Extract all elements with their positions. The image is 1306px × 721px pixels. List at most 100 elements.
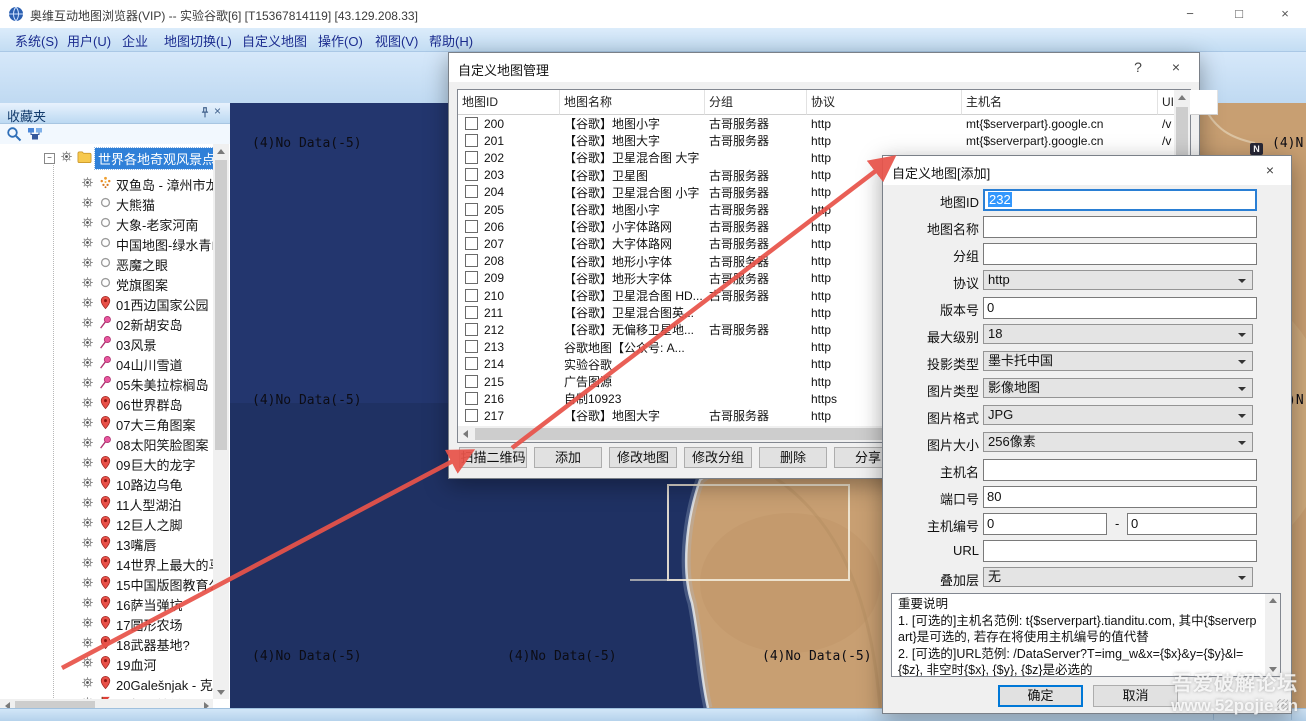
tree-root-row[interactable]: −世界各地奇观风景点[30]	[44, 148, 213, 168]
dialog1-button-1[interactable]: 扫描二维码	[459, 447, 527, 468]
text-input[interactable]	[983, 540, 1257, 562]
tree-item[interactable]: 大熊猫	[80, 194, 155, 214]
table-row[interactable]: 200【谷歌】地图小字古哥服务器httpmt{$serverpart}.goog…	[458, 115, 1173, 132]
tree-item[interactable]: 04山川雪道	[80, 354, 182, 374]
tree-item[interactable]: 16萨当弹坑	[80, 594, 182, 614]
combobox[interactable]: http	[983, 270, 1253, 290]
visibility-eye-icon[interactable]	[80, 415, 98, 433]
visibility-eye-icon[interactable]	[80, 595, 98, 613]
text-input[interactable]: 232	[983, 189, 1257, 211]
row-checkbox[interactable]	[465, 168, 478, 181]
dialog1-help-button[interactable]: ?	[1123, 56, 1153, 78]
combobox[interactable]: 墨卡托中国	[983, 351, 1253, 371]
visibility-eye-icon[interactable]	[80, 175, 98, 193]
ok-button[interactable]: 确定	[998, 685, 1083, 707]
row-checkbox[interactable]	[465, 340, 478, 353]
combobox[interactable]: 影像地图	[983, 378, 1253, 398]
tree-item[interactable]: 02新胡安岛	[80, 314, 182, 334]
menu-item-4[interactable]: 地图切换(L)	[164, 31, 232, 50]
tree-item[interactable]: 17圆形农场	[80, 614, 182, 634]
visibility-eye-icon[interactable]	[80, 295, 98, 313]
row-checkbox[interactable]	[465, 409, 478, 422]
tree-item[interactable]: 13嘴唇	[80, 534, 156, 554]
tree-vscroll-thumb[interactable]	[215, 160, 227, 450]
menu-item-2[interactable]: 用户(U)	[67, 31, 111, 50]
panel-close-icon[interactable]: ×	[214, 104, 221, 118]
tree-scroll-down[interactable]	[213, 685, 229, 699]
text-input[interactable]: 80	[983, 486, 1257, 508]
text-input[interactable]	[983, 459, 1257, 481]
search-icon[interactable]	[6, 126, 22, 142]
tree-item[interactable]: 15中国版图教育公园	[80, 574, 213, 594]
row-checkbox[interactable]	[465, 203, 478, 216]
tree-item[interactable]: 中国地图-绿水青山就	[80, 234, 213, 254]
visibility-eye-icon[interactable]	[80, 515, 98, 533]
minimize-button[interactable]: −	[1173, 4, 1207, 24]
table-row[interactable]: 201【谷歌】地图大字古哥服务器httpmt{$serverpart}.goog…	[458, 132, 1173, 149]
combobox[interactable]: 无	[983, 567, 1253, 587]
text-input[interactable]: 0	[983, 297, 1257, 319]
row-checkbox[interactable]	[465, 220, 478, 233]
row-checkbox[interactable]	[465, 237, 478, 250]
menu-item-3[interactable]: 企业	[122, 31, 148, 50]
expander-icon[interactable]: −	[44, 153, 55, 164]
tree-item[interactable]: 07大三角图案	[80, 414, 195, 434]
visibility-eye-icon[interactable]	[80, 635, 98, 653]
row-checkbox[interactable]	[465, 151, 478, 164]
table-scroll-left[interactable]	[458, 426, 473, 442]
visibility-eye-icon[interactable]	[80, 575, 98, 593]
tree-item[interactable]: 03风景	[80, 334, 156, 354]
tree-item[interactable]: 12巨人之脚	[80, 514, 182, 534]
column-header-4[interactable]: 协议	[807, 90, 962, 115]
visibility-eye-icon[interactable]	[80, 475, 98, 493]
tree-item[interactable]: 09巨大的龙字	[80, 454, 195, 474]
visibility-eye-icon[interactable]	[80, 255, 98, 273]
visibility-eye-icon[interactable]	[80, 395, 98, 413]
tree-item[interactable]: 08太阳笑脸图案	[80, 434, 208, 454]
close-button[interactable]: ×	[1268, 4, 1302, 24]
cancel-button[interactable]: 取消	[1093, 685, 1178, 707]
dialog1-button-2[interactable]: 添加	[534, 447, 602, 468]
row-checkbox[interactable]	[465, 134, 478, 147]
column-header-3[interactable]: 分组	[705, 90, 807, 115]
dialog1-button-5[interactable]: 删除	[759, 447, 827, 468]
tree-item[interactable]: 05朱美拉棕榈岛	[80, 374, 208, 394]
visibility-eye-icon[interactable]	[80, 315, 98, 333]
visibility-eye-icon[interactable]	[80, 275, 98, 293]
tree-item[interactable]: 11人型湖泊	[80, 494, 182, 514]
visibility-eye-icon[interactable]	[80, 655, 98, 673]
dialog1-close-button[interactable]: ×	[1161, 56, 1191, 78]
dialog1-button-4[interactable]: 修改分组	[684, 447, 752, 468]
text-input[interactable]	[983, 243, 1257, 265]
notes-scroll-down[interactable]	[1265, 663, 1280, 676]
visibility-eye-icon[interactable]	[80, 195, 98, 213]
row-checkbox[interactable]	[465, 117, 478, 130]
row-checkbox[interactable]	[465, 306, 478, 319]
menu-item-5[interactable]: 自定义地图	[242, 31, 307, 50]
visibility-eye-icon[interactable]	[80, 235, 98, 253]
visibility-eye-icon[interactable]	[80, 355, 98, 373]
layers-icon[interactable]	[27, 126, 43, 142]
menu-item-6[interactable]: 操作(O)	[318, 31, 363, 50]
visibility-eye-icon[interactable]	[80, 555, 98, 573]
tree-item[interactable]: 大象-老家河南	[80, 214, 198, 234]
combobox[interactable]: 256像素	[983, 432, 1253, 452]
tree-item[interactable]: 19血河	[80, 654, 156, 674]
maximize-button[interactable]: □	[1222, 4, 1256, 24]
row-checkbox[interactable]	[465, 323, 478, 336]
input-host-number-from[interactable]: 0	[983, 513, 1107, 535]
notes-scroll-up[interactable]	[1265, 594, 1280, 607]
column-header-5[interactable]: 主机名	[962, 90, 1158, 115]
table-scroll-up[interactable]	[1174, 90, 1190, 105]
tree-item[interactable]: 20Galešnjak - 克罗	[80, 674, 213, 694]
row-checkbox[interactable]	[465, 185, 478, 198]
tree-item[interactable]: 恶魔之眼	[80, 254, 168, 274]
autohide-pin-icon[interactable]	[198, 106, 212, 120]
menu-item-7[interactable]: 视图(V)	[375, 31, 418, 50]
menu-item-1[interactable]: 系统(S)	[15, 31, 58, 50]
visibility-eye-icon[interactable]	[80, 495, 98, 513]
tree-item[interactable]: 14世界上最大的马桶	[80, 554, 213, 574]
tree-scroll-up[interactable]	[213, 144, 229, 158]
combobox[interactable]: JPG	[983, 405, 1253, 425]
row-checkbox[interactable]	[465, 357, 478, 370]
